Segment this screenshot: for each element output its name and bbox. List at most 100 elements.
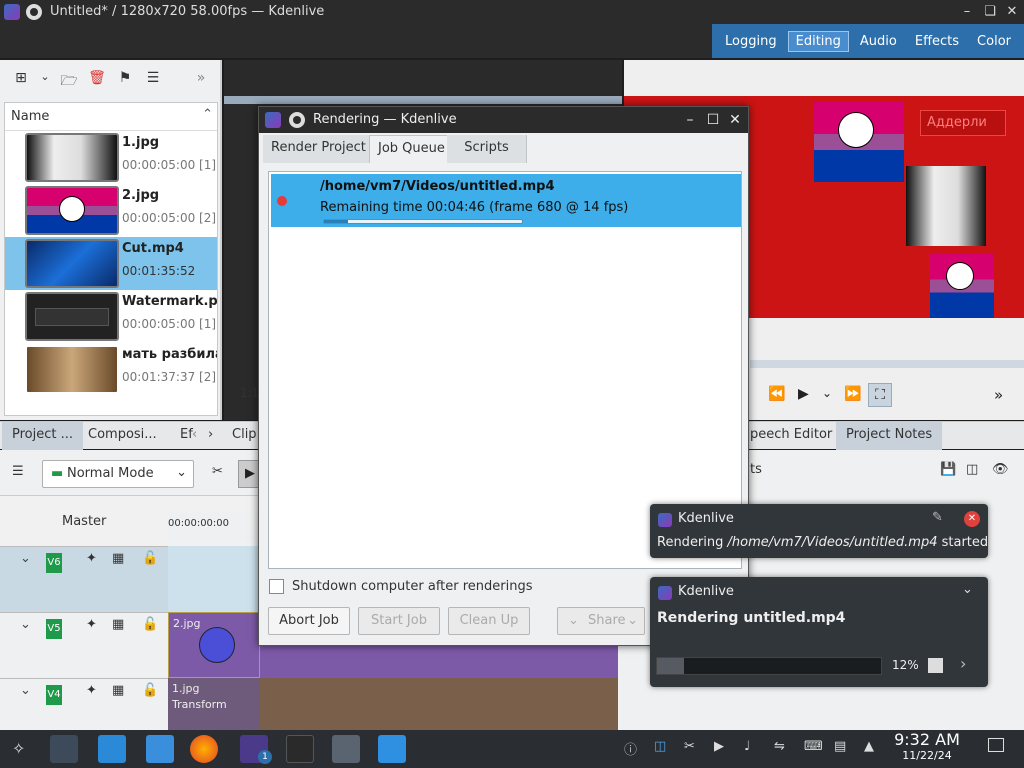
tab-compositions[interactable]: Composi... <box>78 422 167 450</box>
workspace-color[interactable]: Color <box>970 32 1018 51</box>
tray-usb-icon[interactable]: ⇋ <box>774 739 785 754</box>
tag-icon[interactable]: ⚑ <box>116 70 134 88</box>
shutdown-option[interactable]: Shutdown computer after renderings <box>269 579 533 594</box>
minimize-button[interactable]: – <box>958 3 976 21</box>
clock[interactable]: 9:32 AM 11/22/24 <box>890 731 964 763</box>
tray-volume-icon[interactable]: ♩ <box>744 739 750 754</box>
dialog-maximize-button[interactable]: ☐ <box>704 111 722 129</box>
store-icon[interactable] <box>98 735 126 763</box>
mixer-icon[interactable] <box>50 735 78 763</box>
play-options-chevron-icon[interactable]: ⌄ <box>822 386 832 400</box>
dialog-menu-icon[interactable] <box>289 112 305 128</box>
track-collapse-icon[interactable]: ⌄ <box>20 617 31 632</box>
tray-media-icon[interactable]: ▶ <box>714 739 724 754</box>
edit-mode-select[interactable]: ▬ Normal Mode ⌄ <box>42 460 194 488</box>
tab-project-notes[interactable]: Project Notes <box>836 422 943 450</box>
workspace-editing[interactable]: Editing <box>787 30 849 52</box>
tray-updates-icon[interactable]: ⓘ <box>624 739 637 758</box>
track-video-icon[interactable]: ▦ <box>112 551 124 566</box>
track-video-icon[interactable]: ▦ <box>112 617 124 632</box>
share-button[interactable]: ⌄ Share ⌄ <box>557 607 645 635</box>
add-clip-icon[interactable]: ⊞ <box>12 70 30 88</box>
tab-scroll-left-icon[interactable]: ‹ <box>192 427 197 442</box>
notification-render-started[interactable]: Kdenlive ✎ ✕ Rendering /home/vm7/Videos/… <box>650 504 988 558</box>
lock-icon[interactable]: 🔓 <box>142 551 158 566</box>
play-icon[interactable]: ▶ <box>798 386 809 402</box>
bin-clip[interactable]: 2.jpg 00:00:05:00 [2] <box>5 184 217 237</box>
effect-wand-icon[interactable]: ✦ <box>86 617 97 632</box>
tool-icon[interactable]: ✂ <box>212 464 223 479</box>
file-manager-icon[interactable] <box>146 735 174 763</box>
tray-cut-icon[interactable]: ✂ <box>684 739 695 754</box>
timeline-settings-icon[interactable]: ☰ <box>12 464 24 479</box>
configure-icon[interactable]: ✎ <box>932 510 943 525</box>
track-video-icon[interactable]: ▦ <box>112 683 124 698</box>
workspace-audio[interactable]: Audio <box>853 32 904 51</box>
eye-icon[interactable]: 👁 <box>992 462 1009 477</box>
workspace-effects[interactable]: Effects <box>908 32 966 51</box>
restore-button[interactable]: ❏ <box>981 3 999 21</box>
menu-icon[interactable]: ☰ <box>144 70 162 88</box>
tray-clipboard-icon[interactable]: ◫ <box>654 739 666 754</box>
track-collapse-icon[interactable]: ⌄ <box>20 683 31 698</box>
crop-icon[interactable]: ⛶ <box>868 383 892 407</box>
collapse-chevron-icon[interactable]: ⌄ <box>962 582 973 597</box>
add-folder-icon[interactable]: 🗁 <box>60 70 78 89</box>
terminal-icon[interactable] <box>286 735 314 763</box>
timeline-clip-extension[interactable] <box>260 678 618 730</box>
details-chevron-icon[interactable]: › <box>960 654 966 673</box>
more-controls-icon[interactable]: » <box>994 386 1003 404</box>
notification-close-icon[interactable]: ✕ <box>964 511 980 527</box>
workspace-logging[interactable]: Logging <box>718 32 784 51</box>
tab-scripts[interactable]: Scripts <box>447 135 527 163</box>
delete-icon[interactable]: 🗑 <box>88 70 106 88</box>
timeline-clip[interactable]: 1.jpg Transform <box>168 678 260 730</box>
abort-job-button[interactable]: Abort Job <box>268 607 350 635</box>
notification-render-progress[interactable]: Kdenlive ⌄ Rendering untitled.mp4 12% › <box>650 577 988 687</box>
scanner-icon[interactable] <box>332 735 360 763</box>
close-window-button[interactable]: ✕ <box>1003 3 1021 21</box>
bin-clip[interactable]: 1.jpg 00:00:05:00 [1] <box>5 131 217 184</box>
save-stack-icon[interactable]: 💾 <box>940 462 956 477</box>
track-lane[interactable] <box>168 546 260 612</box>
firefox-icon[interactable] <box>190 735 218 763</box>
tab-speech-editor[interactable]: peech Editor <box>740 422 842 450</box>
tab-effects[interactable]: Ef <box>170 422 203 450</box>
bin-clip-selected[interactable]: Cut.mp4 00:01:35:52 <box>5 237 217 290</box>
timeline-ruler[interactable]: 00:00:00:00 <box>168 512 268 542</box>
forward-icon[interactable]: ⏩ <box>844 386 861 402</box>
dialog-close-button[interactable]: ✕ <box>726 111 744 129</box>
bin-column-header[interactable]: Name ⌃ <box>5 103 217 131</box>
tab-project[interactable]: Project ... <box>2 422 84 450</box>
render-job-row[interactable]: /home/vm7/Videos/untitled.mp4 Remaining … <box>271 174 741 227</box>
track-header[interactable]: ⌄ V5 ✦ ▦ 🔓 <box>0 612 168 678</box>
dialog-minimize-button[interactable]: – <box>681 111 699 129</box>
chevron-down-icon[interactable]: ⌄ <box>36 70 54 88</box>
rewind-icon[interactable]: ⏪ <box>768 386 785 402</box>
clean-up-button[interactable]: Clean Up <box>448 607 530 635</box>
tab-scroll-right-icon[interactable]: › <box>208 427 213 442</box>
show-desktop-icon[interactable] <box>988 738 1004 752</box>
app-launcher-icon[interactable]: ✧ <box>12 739 25 758</box>
timeline-clip[interactable]: 2.jpg <box>168 612 260 678</box>
lock-icon[interactable]: 🔓 <box>142 683 158 698</box>
tray-keyboard-icon[interactable]: ⌨ <box>804 739 823 754</box>
bin-clip[interactable]: Watermark.png 00:00:05:00 [1] <box>5 290 217 343</box>
expand-panel-icon[interactable]: » <box>192 70 210 88</box>
lock-icon[interactable]: 🔓 <box>142 617 158 632</box>
tab-job-queue[interactable]: Job Queue <box>369 135 454 163</box>
window-menu-icon[interactable] <box>26 4 42 20</box>
stop-icon[interactable] <box>928 658 943 673</box>
tray-expand-icon[interactable]: ▲ <box>864 739 874 754</box>
bin-clip[interactable]: мать разбила 00:01:37:37 [2] <box>5 343 217 396</box>
shutdown-checkbox[interactable] <box>269 579 284 594</box>
track-header[interactable]: ⌄ V6 ✦ ▦ 🔓 <box>0 546 168 612</box>
tab-render-project[interactable]: Render Project <box>263 135 375 163</box>
effect-wand-icon[interactable]: ✦ <box>86 551 97 566</box>
start-job-button[interactable]: Start Job <box>358 607 440 635</box>
tray-network-icon[interactable]: ▤ <box>834 739 846 754</box>
folder-icon[interactable] <box>378 735 406 763</box>
effect-wand-icon[interactable]: ✦ <box>86 683 97 698</box>
track-collapse-icon[interactable]: ⌄ <box>20 551 31 566</box>
compare-icon[interactable]: ◫ <box>966 462 978 477</box>
